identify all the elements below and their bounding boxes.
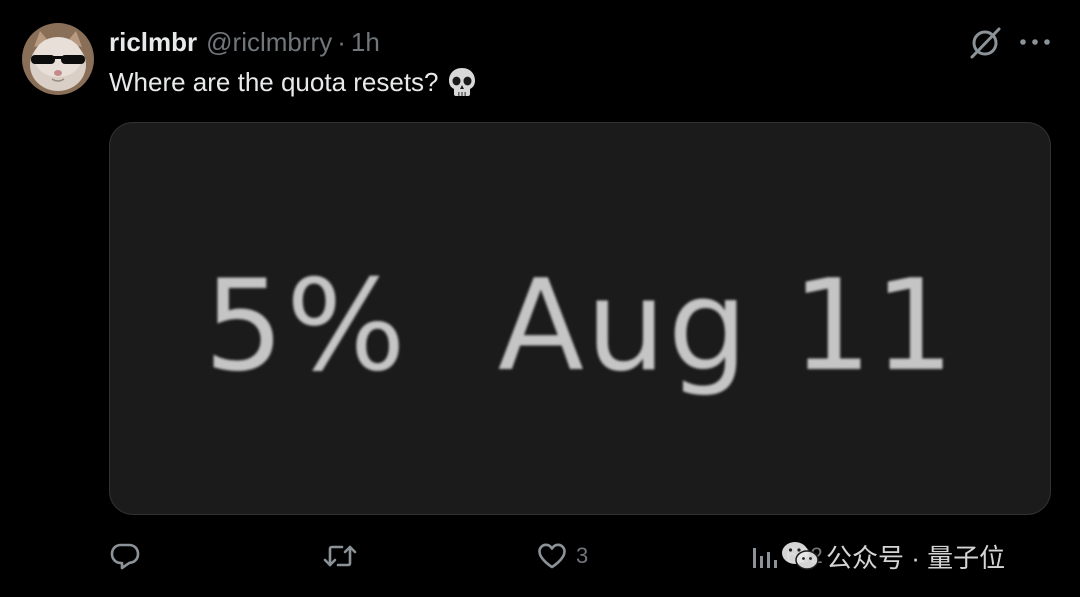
quota-readout: 5% Aug 11 <box>110 252 1050 399</box>
post-text: Where are the quota resets? <box>109 66 439 97</box>
views-icon <box>750 540 778 572</box>
retweet-icon <box>322 539 358 573</box>
wechat-icon <box>780 539 820 573</box>
skull-icon <box>446 66 478 98</box>
post-header: riclmbr @riclmbrry · 1h <box>109 26 380 58</box>
watermark-text: 公众号 · 量子位 <box>826 542 1006 573</box>
reply-icon <box>108 539 142 573</box>
watermark: 公众号 · 量子位 <box>780 532 1005 580</box>
tweet[interactable]: riclmbr @riclmbrry · 1h Where are the qu… <box>0 0 1080 597</box>
grok-icon[interactable] <box>966 24 1004 62</box>
timestamp[interactable]: 1h <box>351 27 380 58</box>
like-button[interactable]: 3 <box>536 538 588 574</box>
quota-reset-date: Aug 11 <box>497 251 957 399</box>
avatar[interactable] <box>22 23 94 95</box>
more-icon[interactable] <box>1018 30 1052 54</box>
post-image[interactable]: 5% Aug 11 <box>109 122 1051 515</box>
user-handle[interactable]: @riclmbrry <box>206 27 332 58</box>
like-count: 3 <box>576 543 589 568</box>
post-text-row: Where are the quota resets? <box>109 64 478 100</box>
separator: · <box>337 26 346 57</box>
heart-icon <box>536 540 568 572</box>
quota-percent: 5% <box>203 251 408 399</box>
reply-button[interactable] <box>108 538 150 574</box>
display-name[interactable]: riclmbr <box>109 27 197 58</box>
retweet-button[interactable] <box>322 538 366 574</box>
